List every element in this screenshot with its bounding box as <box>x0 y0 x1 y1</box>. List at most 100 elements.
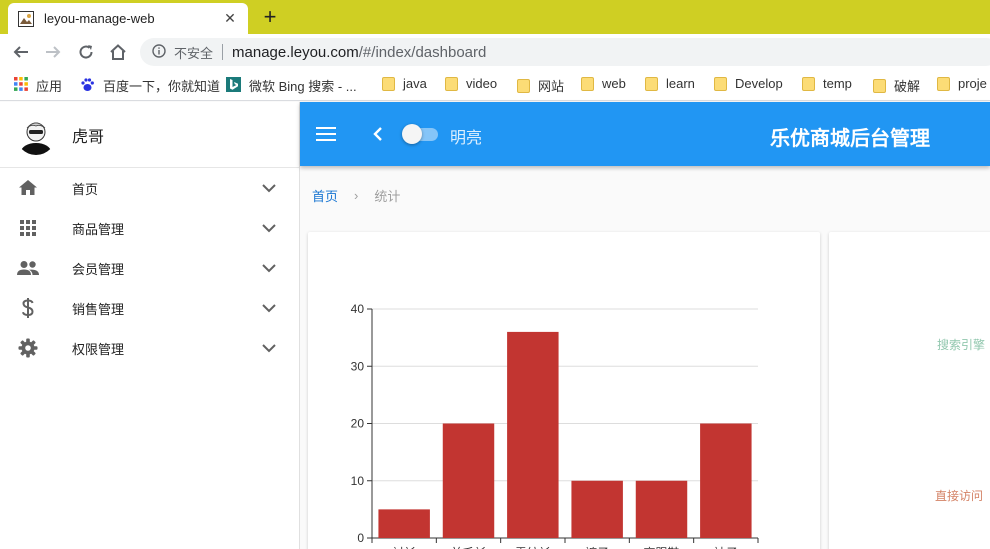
back-arrow-icon[interactable] <box>10 41 32 63</box>
y-tick-label: 40 <box>351 302 365 316</box>
bookmark-folder-learn[interactable]: learn <box>645 76 695 91</box>
pie-chart-card: 搜索引擎 直接访问 <box>829 232 990 549</box>
folder-icon <box>645 76 658 91</box>
bar <box>700 423 752 538</box>
bookmark-folder-crack[interactable]: 破解 <box>873 76 920 95</box>
bookmark-label: 微软 Bing 搜索 - ... <box>249 79 357 94</box>
theme-toggle-switch[interactable] <box>402 124 438 144</box>
baidu-paw-icon <box>80 77 95 95</box>
bookmark-folder-temp[interactable]: temp <box>802 76 852 91</box>
site-favicon-icon <box>18 10 34 27</box>
bookmark-folder-java[interactable]: java <box>382 76 427 91</box>
x-tick-label: 羊毛衫 <box>450 545 486 549</box>
bookmark-label: web <box>602 76 626 91</box>
bookmark-apps[interactable]: 应用 <box>14 76 62 95</box>
folder-icon <box>937 76 950 91</box>
bookmarks-bar: 应用 百度一下，你就知道 微软 Bing 搜索 - ... java video… <box>0 70 990 101</box>
app-toolbar: 明亮 乐优商城后台管理 <box>300 102 990 166</box>
sidebar-item-products[interactable]: 商品管理 <box>0 208 299 248</box>
x-tick-label: 高跟鞋 <box>643 545 679 549</box>
pie-label-search-engine: 搜索引擎 <box>937 338 986 352</box>
bookmark-folder-proje[interactable]: proje <box>937 76 987 91</box>
apps-icon <box>16 216 40 240</box>
bing-icon <box>226 76 241 95</box>
settings-icon <box>16 336 40 360</box>
chevron-down-icon[interactable] <box>257 296 281 320</box>
browser-tab-strip: leyou-manage-web ✕ + <box>0 0 990 34</box>
y-tick-label: 10 <box>351 474 365 488</box>
breadcrumb: 首页 › 统计 <box>312 186 400 205</box>
sidebar-item-label: 权限管理 <box>72 341 125 357</box>
bar <box>571 480 623 538</box>
address-bar[interactable]: 不安全 manage.leyou.com/#/index/dashboard <box>140 38 990 66</box>
y-tick-label: 0 <box>357 531 364 545</box>
folder-icon <box>517 78 530 93</box>
bookmark-bing[interactable]: 微软 Bing 搜索 - ... <box>226 76 357 95</box>
chevron-down-icon[interactable] <box>257 256 281 280</box>
bar <box>635 480 688 538</box>
reload-icon[interactable] <box>75 41 97 63</box>
url-path: /#/index/dashboard <box>358 43 487 61</box>
breadcrumb-separator: › <box>354 188 359 203</box>
page-title: 乐优商城后台管理 <box>770 128 930 150</box>
browser-tab[interactable]: leyou-manage-web ✕ <box>8 3 248 34</box>
navigation-drawer: 虎哥 首页 商品管理 会员管理 销售管理 权限管理 <box>0 102 300 549</box>
url-text: manage.leyou.com/#/index/dashboard <box>232 44 486 61</box>
bookmark-label: temp <box>823 76 852 91</box>
url-host: manage.leyou.com <box>232 43 359 61</box>
user-name: 虎哥 <box>72 128 105 146</box>
chevron-down-icon[interactable] <box>257 336 281 360</box>
folder-icon <box>445 76 458 91</box>
breadcrumb-current: 统计 <box>374 189 401 204</box>
folder-icon <box>802 76 815 91</box>
folder-icon <box>714 76 727 91</box>
bar <box>378 509 430 538</box>
bookmark-folder-web[interactable]: web <box>581 76 626 91</box>
home-icon <box>16 176 40 200</box>
info-icon[interactable] <box>152 43 166 61</box>
bookmark-label: video <box>466 76 498 91</box>
chevron-down-icon[interactable] <box>257 216 281 240</box>
browser-toolbar: 不安全 manage.leyou.com/#/index/dashboard <box>0 34 990 70</box>
menu-icon[interactable] <box>314 122 338 146</box>
folder-icon <box>581 76 594 91</box>
bookmark-label: 破解 <box>894 79 921 94</box>
insecure-label: 不安全 <box>174 45 214 61</box>
bookmark-label: proje <box>958 76 987 91</box>
bookmark-label: 网站 <box>538 79 565 94</box>
home-page-icon[interactable] <box>107 41 129 63</box>
bar <box>507 331 559 538</box>
new-tab-button[interactable]: + <box>258 5 282 29</box>
folder-icon <box>873 78 886 93</box>
bookmark-label: 应用 <box>36 79 63 94</box>
address-divider <box>222 44 224 60</box>
sidebar-item-label: 销售管理 <box>72 301 125 317</box>
bookmark-folder-video[interactable]: video <box>445 76 497 91</box>
people-icon <box>16 256 40 280</box>
avatar[interactable] <box>16 114 56 155</box>
chevron-left-icon[interactable] <box>366 122 390 146</box>
user-panel: 虎哥 <box>0 102 299 168</box>
sidebar-item-sales[interactable]: 销售管理 <box>0 288 299 328</box>
bar-chart: 010203040衬衫羊毛衫雪纺衫裤子高跟鞋袜子 <box>351 302 759 549</box>
bookmark-folder-sites[interactable]: 网站 <box>517 76 564 95</box>
dollar-icon <box>16 296 40 320</box>
bookmark-folder-develop[interactable]: Develop <box>714 76 783 91</box>
breadcrumb-home-link[interactable]: 首页 <box>312 186 338 205</box>
bookmark-baidu[interactable]: 百度一下，你就知道 <box>80 76 220 95</box>
tab-title: leyou-manage-web <box>44 11 155 26</box>
switch-thumb <box>402 124 422 144</box>
chevron-down-icon[interactable] <box>257 176 281 200</box>
pie-label-direct-visit: 直接访问 <box>935 489 984 503</box>
sidebar-item-label: 首页 <box>72 181 99 197</box>
forward-arrow-icon[interactable] <box>42 41 64 63</box>
bar-chart-card: 010203040衬衫羊毛衫雪纺衫裤子高跟鞋袜子 <box>308 232 820 549</box>
sidebar-item-label: 商品管理 <box>72 221 125 237</box>
close-tab-icon[interactable]: ✕ <box>222 10 238 27</box>
sidebar-item-members[interactable]: 会员管理 <box>0 248 299 288</box>
bookmark-label: java <box>403 76 427 91</box>
theme-toggle-label: 明亮 <box>450 130 483 147</box>
sidebar-item-home[interactable]: 首页 <box>0 168 299 208</box>
sidebar-item-permissions[interactable]: 权限管理 <box>0 328 299 368</box>
bookmark-label: Develop <box>735 76 783 91</box>
